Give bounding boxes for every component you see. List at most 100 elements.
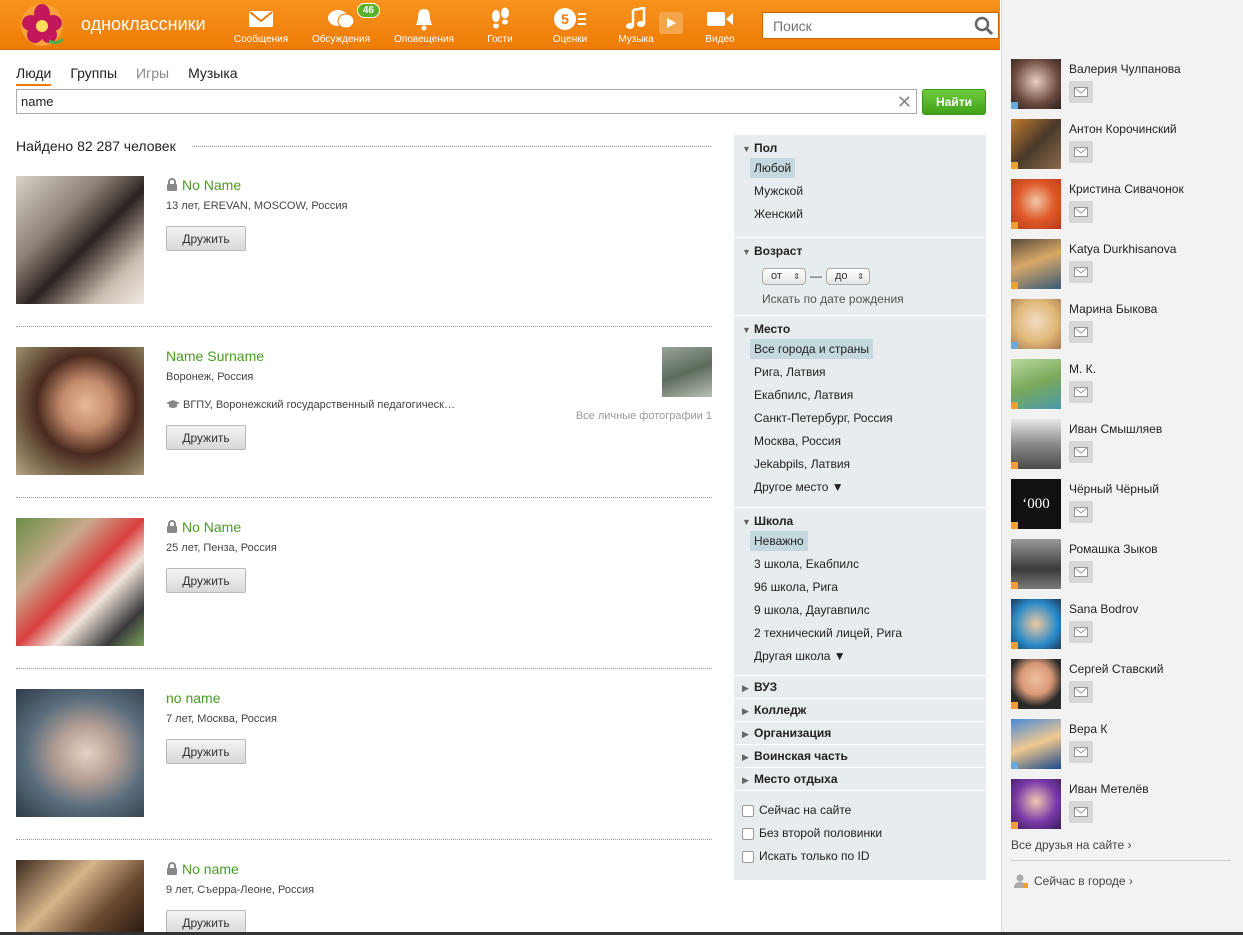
message-button[interactable] bbox=[1069, 381, 1093, 403]
add-friend-button[interactable]: Дружить bbox=[166, 226, 246, 251]
avatar[interactable] bbox=[16, 176, 144, 304]
photo-thumbnail[interactable] bbox=[662, 347, 712, 397]
friend-name[interactable]: Иван Метелёв bbox=[1069, 782, 1149, 796]
all-friends-link[interactable]: Все друзья на сайте › bbox=[1011, 838, 1132, 852]
search-icon[interactable] bbox=[974, 16, 994, 39]
avatar[interactable] bbox=[1011, 59, 1061, 109]
result-name[interactable]: Name Surname bbox=[166, 348, 264, 364]
tab-games[interactable]: Игры bbox=[136, 65, 169, 86]
filter-college[interactable]: ▶ Колледж bbox=[734, 699, 986, 722]
search-by-id-checkbox[interactable]: Искать только по ID bbox=[742, 845, 986, 868]
friend-name[interactable]: Sana Bodrov bbox=[1069, 602, 1138, 616]
age-to-select[interactable]: до ⇕ bbox=[826, 267, 870, 285]
avatar[interactable] bbox=[1011, 359, 1061, 409]
filter-option[interactable]: Женский bbox=[754, 203, 986, 226]
avatar[interactable] bbox=[1011, 419, 1061, 469]
filter-header[interactable]: ▼ Школа bbox=[742, 512, 986, 530]
in-city-link[interactable]: Сейчас в городе › bbox=[1013, 873, 1133, 889]
nav-video[interactable]: Видео bbox=[685, 6, 755, 45]
search-by-birthday-link[interactable]: Искать по дате рождения bbox=[762, 289, 986, 309]
play-icon[interactable] bbox=[659, 12, 683, 34]
add-friend-button[interactable]: Дружить bbox=[166, 739, 246, 764]
filter-option[interactable]: Екабпилс, Латвия bbox=[754, 384, 986, 407]
filter-option[interactable]: Санкт-Петербург, Россия bbox=[754, 407, 986, 430]
other-place-dropdown[interactable]: Другое место ▼ bbox=[754, 476, 986, 499]
avatar[interactable] bbox=[1011, 719, 1061, 769]
message-button[interactable] bbox=[1069, 81, 1093, 103]
friend-name[interactable]: Сергей Ставский bbox=[1069, 662, 1163, 676]
friend-name[interactable]: Ромашка Зыков bbox=[1069, 542, 1158, 556]
checkbox[interactable] bbox=[742, 850, 754, 863]
avatar[interactable] bbox=[1011, 779, 1061, 829]
result-name[interactable]: No Name bbox=[166, 177, 241, 193]
filter-vacation-place[interactable]: ▶ Место отдыха bbox=[734, 768, 986, 791]
tab-groups[interactable]: Группы bbox=[70, 65, 117, 86]
friend-name[interactable]: Katya Durkhisanova bbox=[1069, 242, 1176, 256]
friend-name[interactable]: Марина Быкова bbox=[1069, 302, 1157, 316]
avatar[interactable] bbox=[16, 860, 144, 932]
filter-option[interactable]: Jekabpils, Латвия bbox=[754, 453, 986, 476]
friend-name[interactable]: Чёрный Чёрный bbox=[1069, 482, 1159, 496]
filter-organization[interactable]: ▶ Организация bbox=[734, 722, 986, 745]
avatar[interactable] bbox=[1011, 299, 1061, 349]
filter-option[interactable]: 96 школа, Рига bbox=[754, 576, 986, 599]
age-from-select[interactable]: от ⇕ bbox=[762, 267, 806, 285]
search-input[interactable] bbox=[763, 13, 963, 38]
filter-university[interactable]: ▶ ВУЗ bbox=[734, 676, 986, 699]
all-photos-link[interactable]: Все личные фотографии 1 bbox=[576, 410, 712, 422]
filter-header[interactable]: ▼ Пол bbox=[742, 139, 986, 157]
filter-option[interactable]: Москва, Россия bbox=[754, 430, 986, 453]
no-partner-checkbox[interactable]: Без второй половинки bbox=[742, 822, 986, 845]
avatar[interactable] bbox=[1011, 539, 1061, 589]
avatar[interactable] bbox=[16, 518, 144, 646]
message-button[interactable] bbox=[1069, 261, 1093, 283]
avatar[interactable] bbox=[1011, 599, 1061, 649]
tab-people[interactable]: Люди bbox=[16, 65, 52, 86]
logo-flower-icon[interactable] bbox=[19, 3, 65, 47]
other-school-dropdown[interactable]: Другая школа ▼ bbox=[754, 645, 986, 668]
filter-option[interactable]: Рига, Латвия bbox=[754, 361, 986, 384]
checkbox[interactable] bbox=[742, 804, 754, 817]
message-button[interactable] bbox=[1069, 681, 1093, 703]
filter-option[interactable]: 2 технический лицей, Рига bbox=[754, 622, 986, 645]
tab-music[interactable]: Музыка bbox=[188, 65, 238, 86]
result-name[interactable]: No name bbox=[166, 861, 239, 877]
filter-option[interactable]: Любой bbox=[750, 157, 986, 180]
filter-military-unit[interactable]: ▶ Воинская часть bbox=[734, 745, 986, 768]
filter-header[interactable]: ▼ Возраст bbox=[742, 242, 986, 260]
message-button[interactable] bbox=[1069, 741, 1093, 763]
message-button[interactable] bbox=[1069, 321, 1093, 343]
add-friend-button[interactable]: Дружить bbox=[166, 425, 246, 450]
filter-option[interactable]: 3 школа, Екабпилс bbox=[754, 553, 986, 576]
clear-icon[interactable]: ✕ bbox=[897, 92, 912, 112]
brand-name[interactable]: одноклассники bbox=[81, 14, 206, 35]
avatar[interactable]: ‘000 bbox=[1011, 479, 1061, 529]
nav-notifications[interactable]: Оповещения bbox=[389, 6, 459, 45]
friend-name[interactable]: Валерия Чулпанова bbox=[1069, 62, 1181, 76]
find-button[interactable]: Найти bbox=[922, 89, 986, 115]
friend-name[interactable]: М. К. bbox=[1069, 362, 1096, 376]
nav-guests[interactable]: Гости bbox=[465, 6, 535, 45]
message-button[interactable] bbox=[1069, 441, 1093, 463]
avatar[interactable] bbox=[1011, 179, 1061, 229]
avatar[interactable] bbox=[16, 347, 144, 475]
nav-ratings[interactable]: 5 Оценки bbox=[535, 6, 605, 45]
avatar[interactable] bbox=[1011, 659, 1061, 709]
friend-name[interactable]: Иван Смышляев bbox=[1069, 422, 1162, 436]
avatar[interactable] bbox=[1011, 239, 1061, 289]
filter-option[interactable]: Неважно bbox=[750, 530, 986, 553]
message-button[interactable] bbox=[1069, 561, 1093, 583]
query-input[interactable] bbox=[17, 90, 877, 113]
friend-name[interactable]: Кристина Сивачонок bbox=[1069, 182, 1184, 196]
online-now-checkbox[interactable]: Сейчас на сайте bbox=[742, 799, 986, 822]
filter-header[interactable]: ▼ Место bbox=[742, 320, 986, 338]
filter-option[interactable]: Все города и страны bbox=[750, 338, 986, 361]
result-name[interactable]: No Name bbox=[166, 519, 241, 535]
nav-discussions[interactable]: Обсуждения 46 bbox=[306, 3, 380, 45]
filter-option[interactable]: Мужской bbox=[754, 180, 986, 203]
checkbox[interactable] bbox=[742, 827, 754, 840]
message-button[interactable] bbox=[1069, 201, 1093, 223]
friend-name[interactable]: Антон Корочинский bbox=[1069, 122, 1177, 136]
result-name[interactable]: no name bbox=[166, 690, 220, 706]
add-friend-button[interactable]: Дружить bbox=[166, 568, 246, 593]
